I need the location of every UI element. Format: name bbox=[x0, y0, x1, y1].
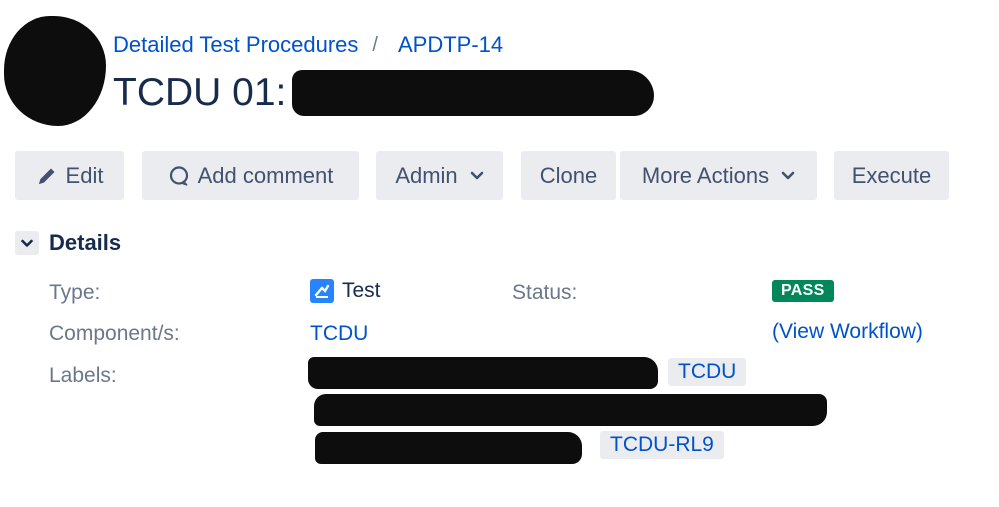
type-value-text: Test bbox=[342, 279, 381, 302]
add-comment-button[interactable]: Add comment bbox=[142, 151, 359, 200]
redacted-label bbox=[308, 357, 658, 389]
label-tag-tcdu-rl9[interactable]: TCDU-RL9 bbox=[600, 431, 724, 459]
admin-dropdown-button[interactable]: Admin bbox=[376, 151, 503, 200]
more-actions-dropdown-button[interactable]: More Actions bbox=[620, 151, 817, 200]
admin-button-label: Admin bbox=[395, 162, 458, 188]
clone-button[interactable]: Clone bbox=[521, 151, 616, 200]
breadcrumb-separator: / bbox=[372, 33, 378, 56]
chevron-down-icon bbox=[470, 171, 484, 181]
status-badge: PASS bbox=[772, 280, 834, 302]
labels-label: Labels: bbox=[49, 364, 117, 387]
component-label: Component/s: bbox=[49, 322, 180, 345]
type-label: Type: bbox=[49, 281, 101, 304]
issue-title: TCDU 01: bbox=[113, 70, 655, 116]
more-actions-button-label: More Actions bbox=[641, 162, 770, 188]
details-section-header[interactable]: Details bbox=[15, 230, 121, 256]
redacted-title bbox=[292, 70, 655, 116]
project-avatar bbox=[4, 16, 106, 126]
execute-button[interactable]: Execute bbox=[834, 151, 949, 200]
test-type-icon bbox=[310, 279, 334, 303]
status-label: Status: bbox=[512, 281, 578, 304]
chevron-down-icon[interactable] bbox=[15, 231, 39, 255]
breadcrumb-project[interactable]: Detailed Test Procedures bbox=[113, 32, 358, 58]
comment-icon bbox=[168, 165, 190, 187]
type-value: Test bbox=[310, 279, 381, 303]
execute-button-label: Execute bbox=[851, 162, 932, 188]
chevron-down-icon bbox=[781, 171, 795, 181]
issue-title-text[interactable]: TCDU 01: bbox=[113, 71, 286, 115]
pencil-icon bbox=[36, 165, 58, 187]
redacted-label bbox=[314, 394, 827, 426]
add-comment-button-label: Add comment bbox=[197, 162, 334, 188]
view-workflow-link[interactable]: (View Workflow) bbox=[772, 320, 923, 344]
details-heading: Details bbox=[49, 230, 122, 255]
edit-button-label: Edit bbox=[65, 162, 104, 188]
redacted-label bbox=[315, 432, 582, 464]
label-tag-tcdu[interactable]: TCDU bbox=[668, 358, 747, 386]
issue-view: Detailed Test Procedures / APDTP-14 TCDU… bbox=[0, 0, 999, 507]
edit-button[interactable]: Edit bbox=[15, 151, 124, 200]
component-link[interactable]: TCDU bbox=[310, 322, 368, 346]
clone-button-label: Clone bbox=[539, 162, 598, 188]
breadcrumb: Detailed Test Procedures / APDTP-14 bbox=[113, 32, 503, 58]
breadcrumb-issue-key[interactable]: APDTP-14 bbox=[398, 32, 503, 58]
